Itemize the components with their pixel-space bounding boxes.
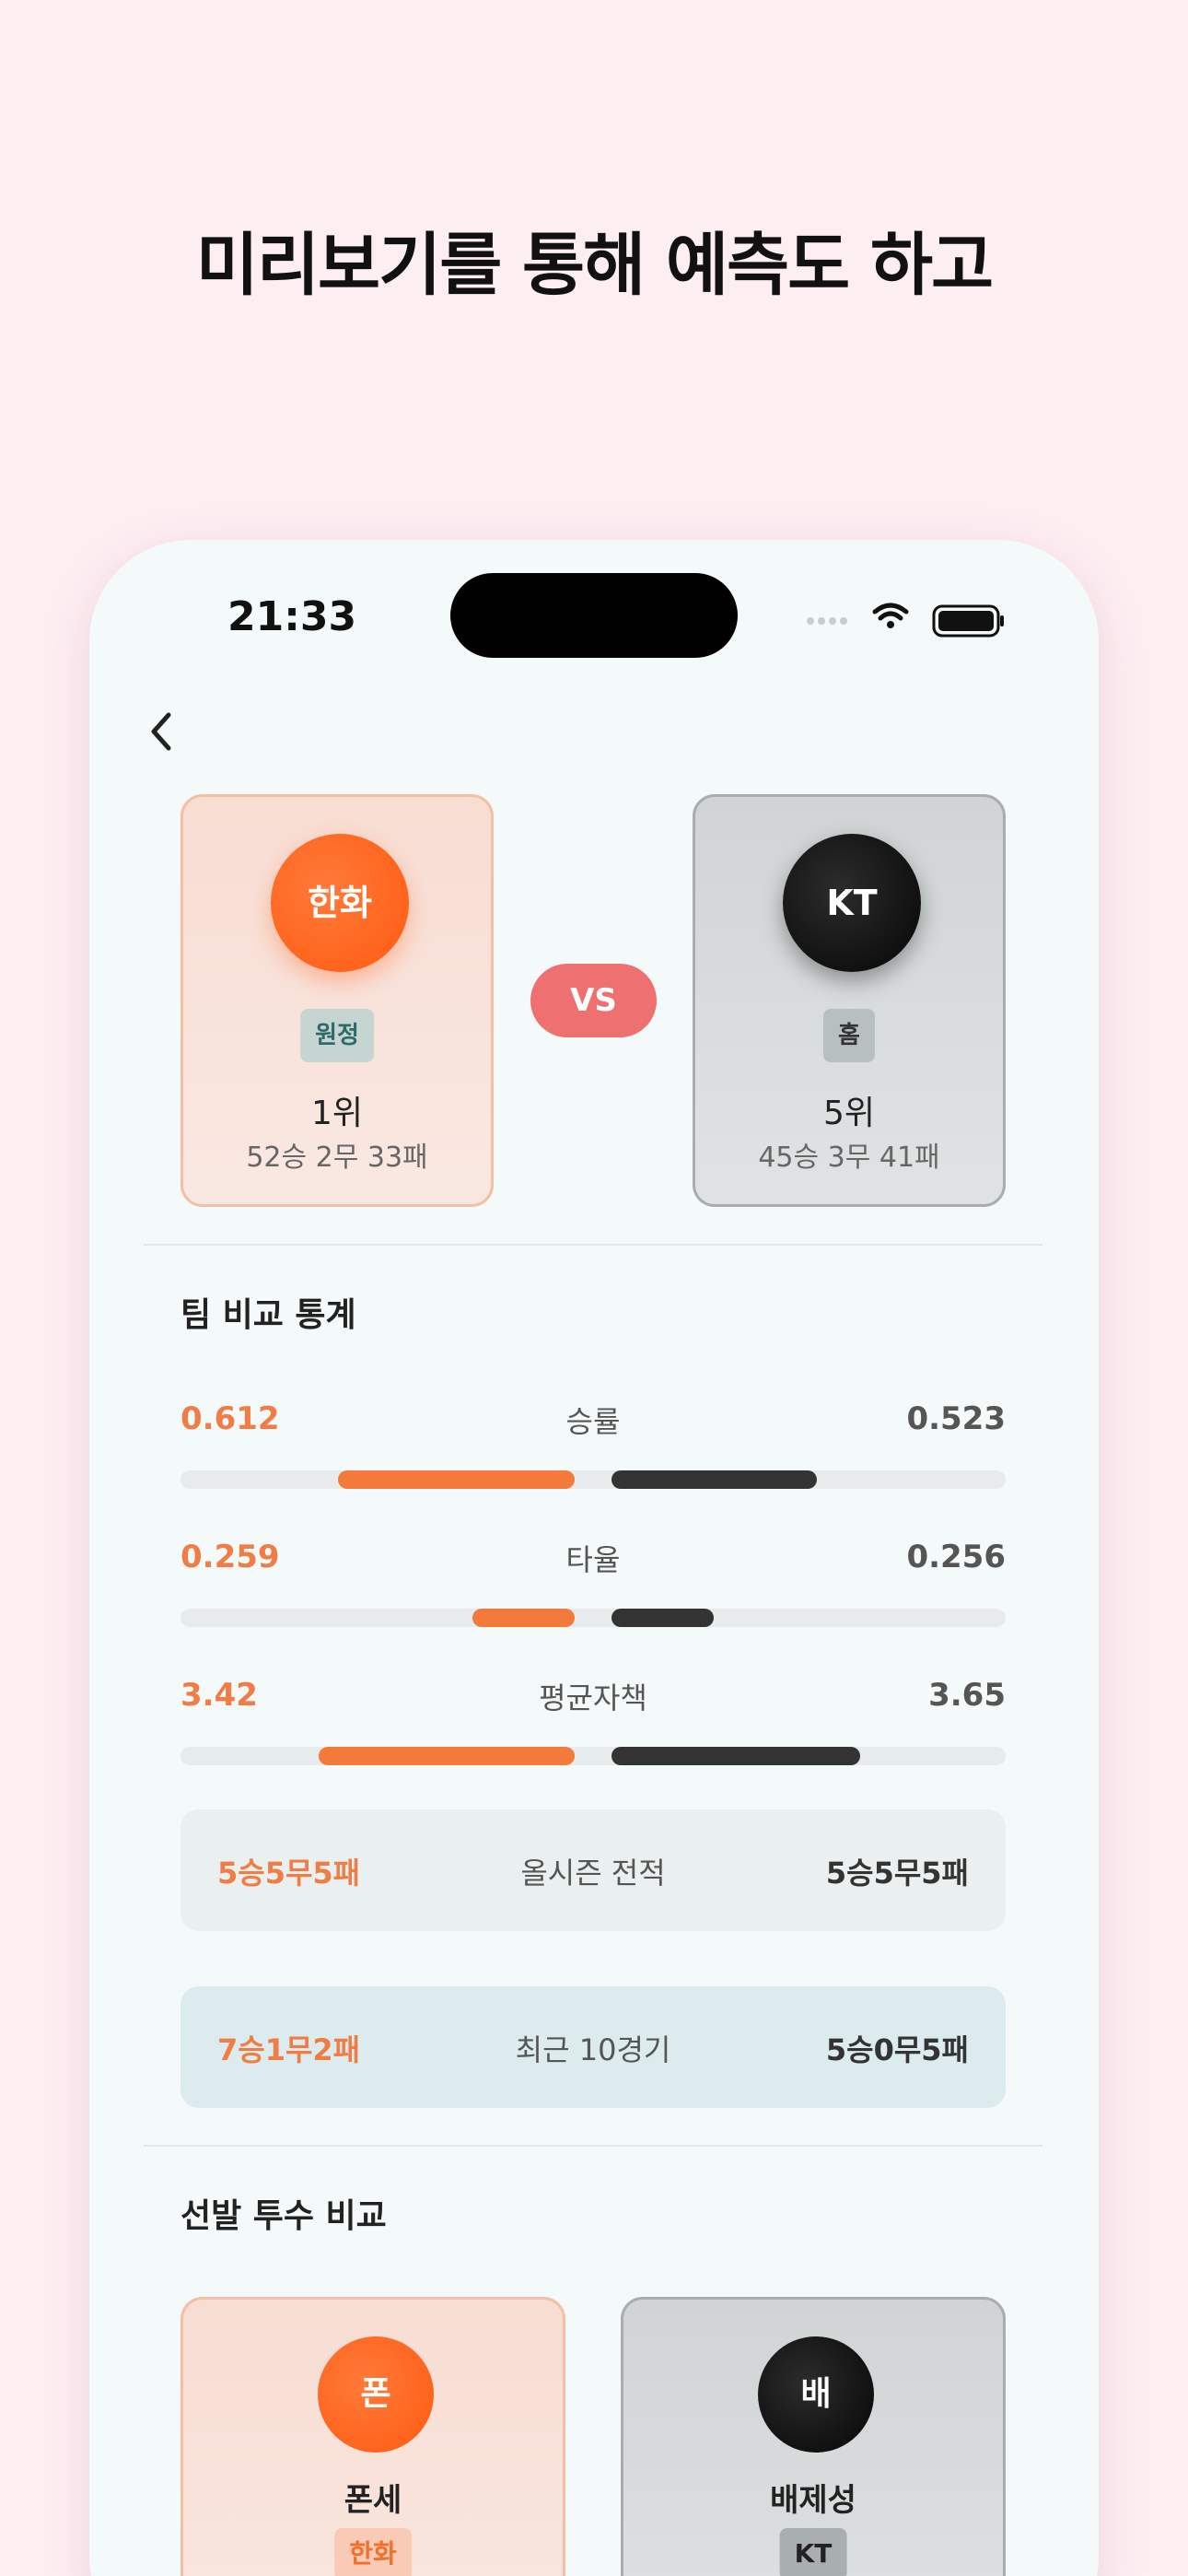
home-rank: 5위 xyxy=(822,1095,876,1132)
away-stat-bar xyxy=(472,1609,575,1627)
stat-label: 평균자책 xyxy=(539,1680,647,1715)
phone-frame: 21:33 한화 원정 1위 52승 2무 33패 VS KT 홈 5위 45승… xyxy=(89,540,1099,2576)
home-recent-record: 5승0무5패 xyxy=(825,2032,969,2067)
battery-icon xyxy=(932,604,1004,638)
pitcher-comparison-title: 선발 투수 비교 xyxy=(181,2197,387,2235)
home-record: 45승 3무 41패 xyxy=(758,1142,940,1174)
home-stat-value: 0.256 xyxy=(906,1539,1006,1575)
home-stat-value: 0.523 xyxy=(906,1400,1006,1437)
away-team-card[interactable]: 한화 원정 1위 52승 2무 33패 xyxy=(181,794,494,1207)
away-badge: 원정 xyxy=(300,1009,374,1062)
stat-row: 0.259 타율 0.256 xyxy=(181,1539,1006,1631)
away-stat-bar xyxy=(338,1470,575,1489)
home-pitcher-card[interactable]: 배 배제성 KT xyxy=(621,2297,1006,2576)
away-pitcher-name: 폰세 xyxy=(344,2482,402,2519)
home-stat-value: 3.65 xyxy=(928,1677,1006,1714)
home-stat-bar xyxy=(611,1609,714,1627)
status-time: 21:33 xyxy=(227,593,357,640)
home-stat-bar xyxy=(611,1747,860,1765)
home-pitcher-avatar: 배 xyxy=(758,2336,874,2453)
stat-row: 0.612 승률 0.523 xyxy=(181,1400,1006,1493)
section-divider xyxy=(144,2145,1042,2147)
back-chevron-icon[interactable] xyxy=(135,704,191,759)
home-pitcher-team: KT xyxy=(779,2528,847,2576)
home-season-record: 5승5무5패 xyxy=(825,1856,969,1891)
away-team-logo: 한화 xyxy=(271,834,409,972)
away-record: 52승 2무 33패 xyxy=(246,1142,428,1174)
season-record-card: 5승5무5패 올시즌 전적 5승5무5패 xyxy=(181,1809,1006,1931)
stat-track xyxy=(181,1747,1006,1765)
stat-label: 타율 xyxy=(565,1542,621,1577)
away-pitcher-avatar: 폰 xyxy=(318,2336,434,2453)
home-badge: 홈 xyxy=(823,1009,875,1062)
vs-badge: VS xyxy=(530,964,657,1037)
recent-games-card: 7승1무2패 최근 10경기 5승0무5패 xyxy=(181,1986,1006,2108)
stat-track xyxy=(181,1609,1006,1627)
status-icons xyxy=(807,603,1004,638)
away-pitcher-team: 한화 xyxy=(334,2528,412,2576)
away-rank: 1위 xyxy=(310,1095,364,1132)
home-team-logo: KT xyxy=(783,834,921,972)
home-stat-bar xyxy=(611,1470,817,1489)
wifi-icon xyxy=(872,603,909,621)
stat-track xyxy=(181,1470,1006,1489)
home-team-card[interactable]: KT 홈 5위 45승 3무 41패 xyxy=(693,794,1006,1207)
dynamic-island xyxy=(450,573,738,658)
away-stat-bar xyxy=(319,1747,575,1765)
stat-row: 3.42 평균자책 3.65 xyxy=(181,1677,1006,1769)
home-pitcher-name: 배제성 xyxy=(770,2482,856,2519)
stat-label: 승률 xyxy=(565,1404,621,1439)
signal-icon xyxy=(807,617,847,625)
section-divider xyxy=(144,1244,1042,1246)
promo-headline: 미리보기를 통해 예측도 하고 xyxy=(195,226,994,305)
away-pitcher-card[interactable]: 폰 폰세 한화 xyxy=(181,2297,565,2576)
team-comparison-title: 팀 비교 통계 xyxy=(181,1296,356,1334)
